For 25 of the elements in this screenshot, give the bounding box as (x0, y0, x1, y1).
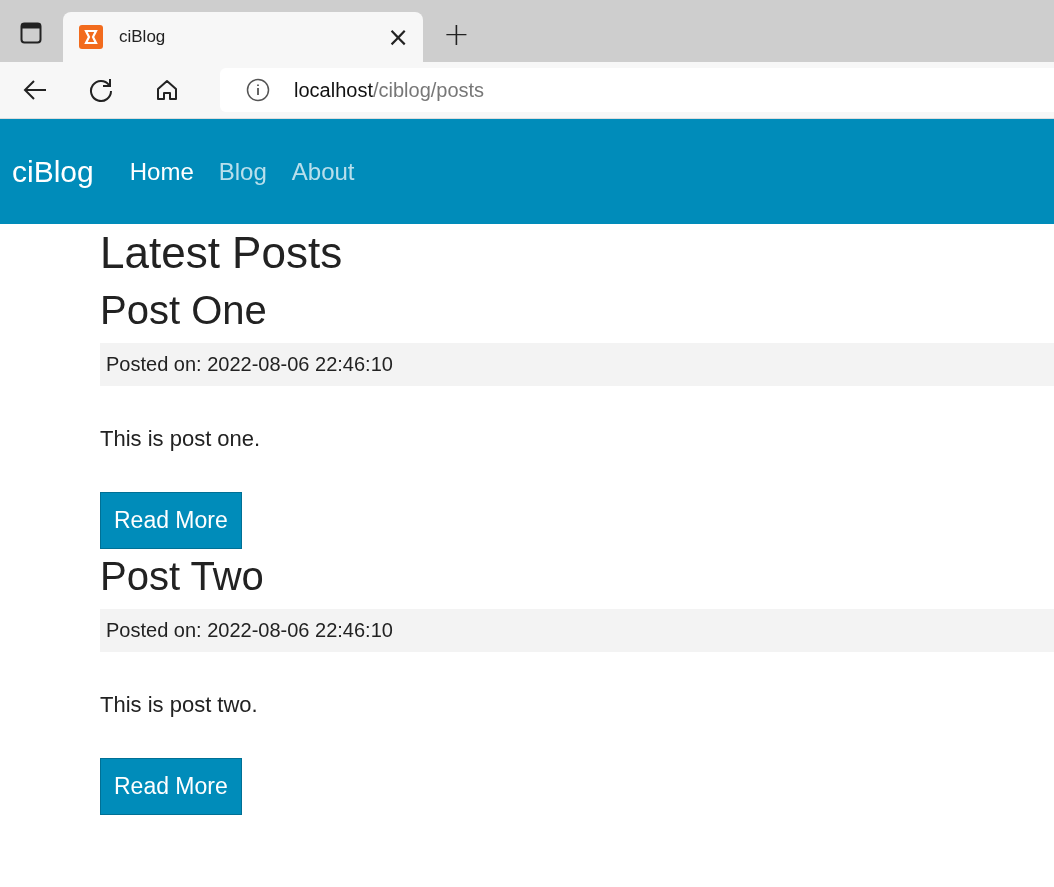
read-more-button[interactable]: Read More (100, 491, 242, 549)
page-heading: Latest Posts (100, 228, 344, 279)
close-tab-button[interactable]: × (387, 22, 409, 52)
nav-link[interactable]: Blog (218, 157, 267, 186)
info-icon[interactable] (246, 78, 270, 102)
post-date: Posted on: 2022-08-06 22:46:10 (100, 342, 1054, 386)
url-path: /ciblog/posts (372, 78, 485, 102)
post-body: This is post two. (100, 691, 259, 718)
post-date: Posted on: 2022-08-06 22:46:10 (100, 608, 1054, 652)
read-more-button[interactable]: Read More (100, 757, 242, 815)
nav-link[interactable]: About (291, 157, 355, 186)
post-title: Post One (100, 286, 268, 333)
brand-link[interactable]: ciBlog (12, 154, 94, 189)
nav-link[interactable]: Home (129, 157, 194, 186)
url-host: localhost (294, 78, 373, 102)
tab-title: ciBlog (119, 27, 167, 47)
home-icon[interactable] (154, 77, 180, 103)
address-bar[interactable]: localhost/ciblog/posts (220, 68, 1054, 112)
sidebar-icon[interactable] (20, 22, 42, 44)
browser-tab[interactable]: ciBlog × (63, 12, 423, 62)
post-body: This is post one. (100, 425, 262, 452)
app-logo-icon (79, 25, 103, 49)
reload-icon[interactable] (88, 77, 114, 103)
post-title: Post Two (100, 552, 265, 599)
new-tab-button[interactable]: + (437, 14, 476, 54)
